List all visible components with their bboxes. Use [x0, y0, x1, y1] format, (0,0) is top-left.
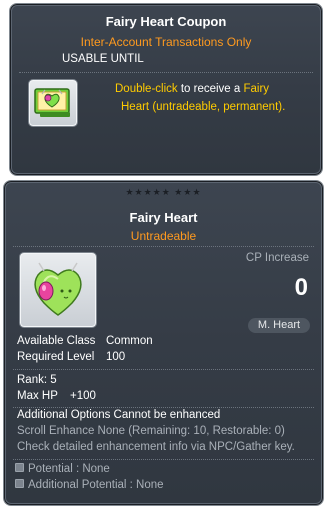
- item-divider-top: [13, 246, 314, 247]
- potential-line: Potential : None: [15, 463, 110, 475]
- item-subtitle: Untradeable: [130, 229, 197, 243]
- double-click-hint: Double-click: [115, 83, 178, 95]
- item-divider-potential: [13, 459, 314, 460]
- coupon-subtitle: Inter-Account Transactions Only: [80, 35, 252, 49]
- rank-text: Rank: 5: [17, 374, 57, 386]
- required-level-value: 100: [106, 351, 126, 363]
- required-level-label: Required Level: [17, 351, 95, 363]
- potential-text: Potential : None: [28, 463, 110, 475]
- enhancement-info-text: Check detailed enhancement info via NPC/…: [17, 441, 295, 453]
- cp-increase-value: 0: [294, 274, 308, 301]
- available-class-label: Available Class: [17, 335, 96, 347]
- coupon-description: Double-click to receive a Fairy Heart (u…: [115, 80, 315, 116]
- item-divider-options: [13, 407, 314, 408]
- additional-potential-text: Additional Potential : None: [28, 479, 164, 491]
- description-tail: (untradeable, permanent).: [149, 101, 286, 113]
- item-icon-box: [19, 252, 97, 328]
- additional-options-text: Additional Options Cannot be enhanced: [17, 409, 221, 421]
- cp-increase-label: CP Increase: [245, 252, 309, 264]
- item-title: Fairy Heart: [129, 210, 198, 225]
- max-hp-value: +100: [70, 390, 96, 402]
- coupon-divider: [19, 72, 313, 73]
- additional-potential-bullet-icon: [15, 479, 24, 489]
- description-mid: to receive a: [177, 83, 244, 95]
- additional-potential-line: Additional Potential : None: [15, 479, 164, 491]
- fairy-heart-icon: [34, 262, 82, 316]
- usable-until-label: USABLE UNTIL: [62, 53, 144, 65]
- description-item: Fairy: [243, 83, 270, 95]
- max-hp-label: Max HP: [17, 390, 58, 402]
- available-class-value: Common: [106, 335, 153, 347]
- description-item-2: Heart: [121, 101, 150, 113]
- item-tooltip: ★★★★★ ★★★ Fairy Heart Untradeable CP Inc…: [4, 181, 323, 505]
- potential-bullet-icon: [15, 463, 24, 473]
- scroll-enhance-text: Scroll Enhance None (Remaining: 10, Rest…: [17, 425, 285, 437]
- item-divider-mid: [13, 369, 314, 370]
- coupon-title: Fairy Heart Coupon: [105, 14, 227, 29]
- coupon-tooltip: Fairy Heart Coupon Inter-Account Transac…: [10, 4, 322, 175]
- coupon-icon-box: [28, 79, 78, 127]
- star-force-stars: ★★★★★ ★★★: [125, 187, 202, 197]
- item-type-badge: M. Heart: [248, 318, 310, 333]
- fairy-heart-coupon-icon: [34, 88, 70, 117]
